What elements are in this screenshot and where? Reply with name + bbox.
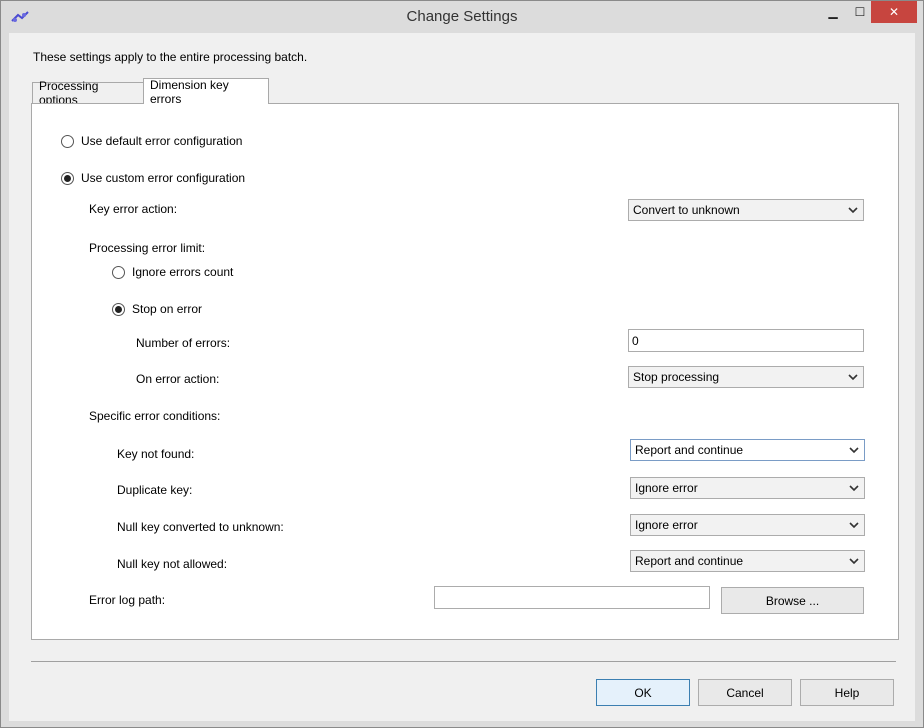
cancel-label: Cancel [726, 685, 764, 700]
duplicate-key-value: Ignore error [635, 481, 698, 495]
on-error-action-label: On error action: [136, 372, 220, 386]
title-bar[interactable]: Change Settings ▁ ☐ ✕ [1, 1, 923, 33]
radio-selected-dot [64, 174, 71, 182]
window-title: Change Settings [406, 8, 518, 25]
browse-label: Browse ... [765, 593, 820, 608]
on-error-action-select[interactable]: Stop processing [628, 366, 864, 388]
chevron-down-icon [848, 519, 860, 531]
null-key-not-allowed-value: Report and continue [635, 554, 744, 568]
specific-error-conditions-label: Specific error conditions: [89, 409, 221, 423]
error-log-path-input[interactable] [434, 586, 710, 609]
null-key-converted-select[interactable]: Ignore error [630, 514, 865, 536]
ok-label: OK [634, 685, 652, 700]
ok-button[interactable]: OK [596, 679, 690, 706]
chevron-down-icon [848, 444, 860, 456]
chevron-down-icon [848, 482, 860, 494]
null-key-not-allowed-label: Null key not allowed: [117, 557, 228, 571]
minimize-button[interactable]: ▁ [819, 1, 847, 23]
default-config-option[interactable]: Use default error configuration [61, 134, 242, 148]
cancel-button[interactable]: Cancel [698, 679, 792, 706]
duplicate-key-label: Duplicate key: [117, 483, 193, 497]
close-button[interactable]: ✕ [871, 1, 917, 23]
dialog-body: These settings apply to the entire proce… [9, 33, 915, 721]
default-config-radio[interactable] [61, 134, 74, 148]
default-config-label: Use default error configuration [81, 134, 243, 148]
stop-on-error-radio[interactable] [112, 302, 125, 316]
custom-config-radio[interactable] [61, 171, 74, 185]
ignore-errors-radio[interactable] [112, 265, 125, 279]
stop-on-error-label: Stop on error [132, 302, 203, 316]
custom-config-option[interactable]: Use custom error configuration [61, 171, 245, 185]
ignore-errors-label: Ignore errors count [132, 265, 234, 279]
intro-text: These settings apply to the entire proce… [33, 50, 308, 64]
help-label: Help [834, 685, 860, 700]
tab-dimension-key-errors[interactable]: Dimension key errors [143, 77, 269, 106]
custom-config-label: Use custom error configuration [81, 171, 246, 185]
number-of-errors-label: Number of errors: [136, 336, 231, 350]
chevron-down-icon [848, 555, 860, 567]
chevron-down-icon [847, 371, 859, 383]
key-not-found-select[interactable]: Report and continue [630, 439, 865, 461]
null-key-converted-label: Null key converted to unknown: [117, 520, 284, 534]
radio-selected-dot [115, 305, 122, 313]
key-error-action-select[interactable]: Convert to unknown [628, 199, 864, 221]
footer-divider [31, 661, 896, 662]
key-not-found-label: Key not found: [117, 447, 195, 461]
key-error-action-label: Key error action: [89, 202, 178, 216]
null-key-not-allowed-select[interactable]: Report and continue [630, 550, 865, 572]
change-settings-window: Change Settings ▁ ☐ ✕ These settings app… [0, 0, 924, 728]
browse-button[interactable]: Browse ... [721, 587, 864, 614]
error-log-path-label: Error log path: [89, 593, 166, 607]
help-button[interactable]: Help [800, 679, 894, 706]
stop-on-error-option[interactable]: Stop on error [112, 302, 202, 316]
key-not-found-value: Report and continue [635, 443, 744, 457]
processing-error-limit-label: Processing error limit: [89, 241, 206, 255]
ignore-errors-option[interactable]: Ignore errors count [112, 265, 233, 279]
tab-processing-options[interactable]: Processing options [32, 79, 144, 107]
number-of-errors-input[interactable]: 0 [628, 329, 864, 352]
key-error-action-value: Convert to unknown [633, 203, 740, 217]
duplicate-key-select[interactable]: Ignore error [630, 477, 865, 499]
null-key-converted-value: Ignore error [635, 518, 698, 532]
chevron-down-icon [847, 204, 859, 216]
on-error-action-value: Stop processing [633, 370, 720, 384]
maximize-button[interactable]: ☐ [846, 1, 874, 23]
dimension-key-errors-panel: Use default error configuration Use cust… [31, 103, 899, 640]
number-of-errors-value: 0 [632, 333, 639, 348]
tab-label: Dimension key errors [150, 77, 229, 106]
